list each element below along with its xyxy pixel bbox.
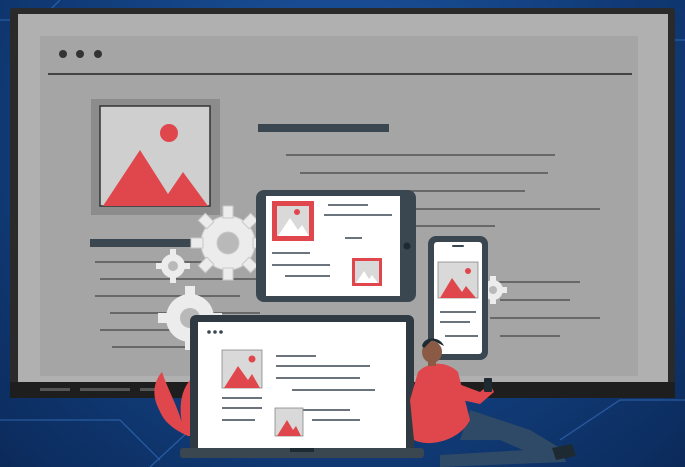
monitor-bezel-buttons [40,388,160,391]
image-placeholder-icon [274,407,304,437]
laptop-device [180,315,424,458]
image-placeholder-icon [437,261,479,299]
three-dots-icon [59,50,102,58]
three-dots-icon [207,330,223,334]
heading-bar [258,124,389,132]
image-placeholder-icon [352,258,382,286]
tablet-device [256,190,416,302]
illustration-scene [0,0,685,467]
image-placeholder-icon [221,349,263,389]
image-placeholder-icon [272,201,314,241]
image-placeholder-icon [91,99,220,215]
gear-icon [190,205,266,281]
responsive-devices-illustration [0,0,685,467]
